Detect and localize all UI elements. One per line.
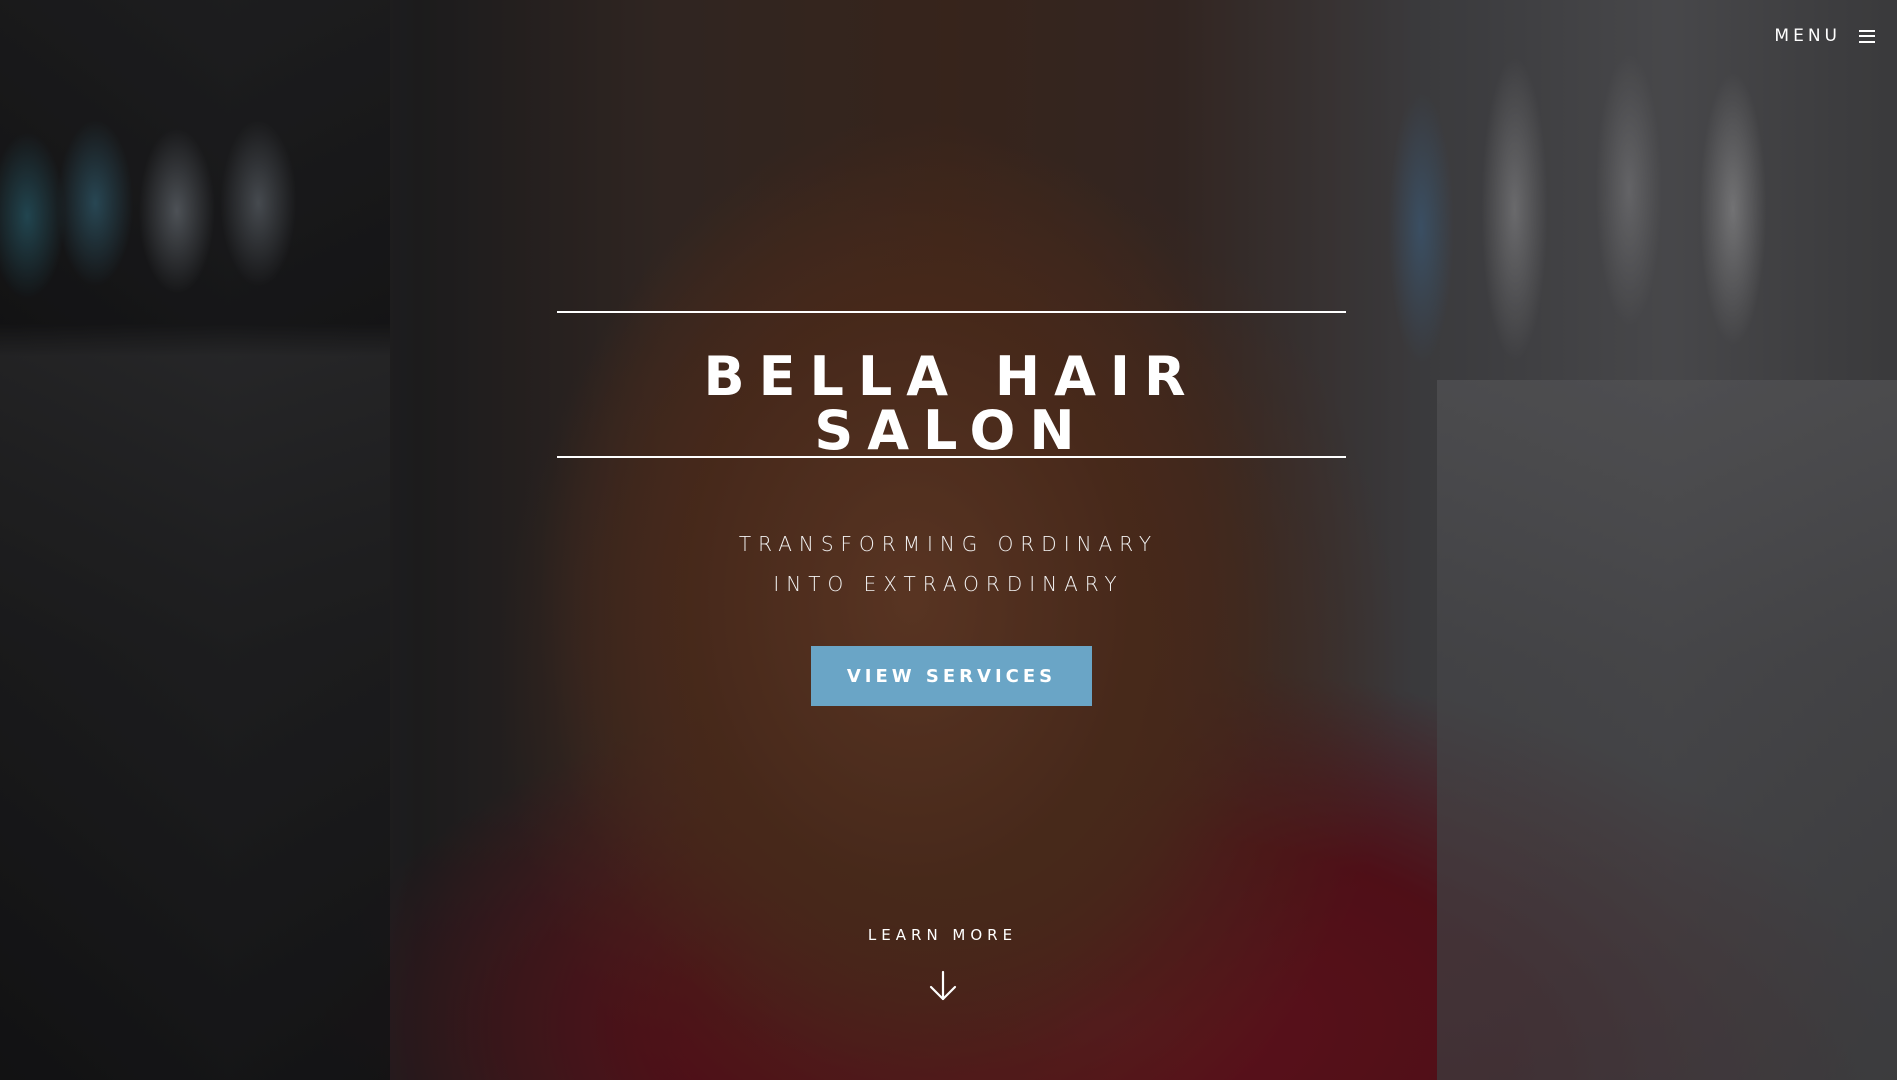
view-services-button[interactable]: VIEW SERVICES [811, 646, 1092, 706]
hamburger-icon [1859, 29, 1875, 43]
page-title: BELLA HAIR SALON [703, 345, 1200, 462]
arrow-down-icon [929, 970, 956, 1001]
learn-more-label: LEARN MORE [867, 926, 1018, 944]
tagline-line-2: INTO EXTRAORDINARY [773, 572, 1124, 596]
title-rule-top [557, 311, 1346, 313]
tagline: TRANSFORMING ORDINARY INTO EXTRAORDINARY [0, 524, 1897, 604]
tagline-line-1: TRANSFORMING ORDINARY [738, 532, 1159, 556]
learn-more-link[interactable]: LEARN MORE [0, 926, 1897, 1002]
title-rule-bottom [557, 456, 1346, 458]
menu-button[interactable]: MENU [1774, 26, 1875, 46]
hero-section: MENU BELLA HAIR SALON TRANSFORMING ORDIN… [0, 0, 1897, 1080]
menu-label: MENU [1774, 26, 1841, 46]
